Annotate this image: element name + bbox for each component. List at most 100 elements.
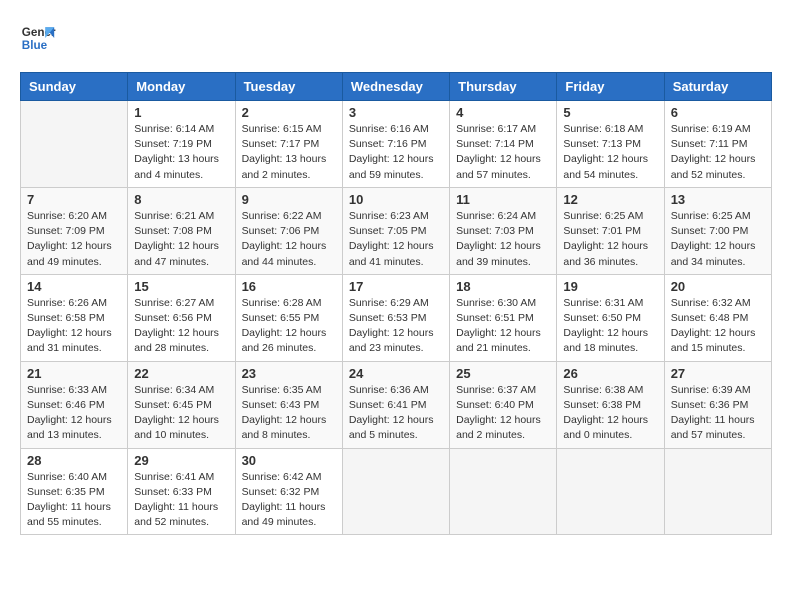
calendar-cell [21, 101, 128, 188]
day-info: Sunrise: 6:40 AMSunset: 6:35 PMDaylight:… [27, 470, 121, 531]
day-number: 7 [27, 192, 121, 207]
calendar-cell: 14 Sunrise: 6:26 AMSunset: 6:58 PMDayligh… [21, 274, 128, 361]
day-info: Sunrise: 6:39 AMSunset: 6:36 PMDaylight:… [671, 383, 765, 444]
day-number: 21 [27, 366, 121, 381]
calendar-cell: 22 Sunrise: 6:34 AMSunset: 6:45 PMDayligh… [128, 361, 235, 448]
day-info: Sunrise: 6:16 AMSunset: 7:16 PMDaylight:… [349, 122, 443, 183]
day-number: 17 [349, 279, 443, 294]
weekday-header: Tuesday [235, 73, 342, 101]
day-info: Sunrise: 6:19 AMSunset: 7:11 PMDaylight:… [671, 122, 765, 183]
day-info: Sunrise: 6:41 AMSunset: 6:33 PMDaylight:… [134, 470, 228, 531]
calendar-week-row: 21 Sunrise: 6:33 AMSunset: 6:46 PMDayligh… [21, 361, 772, 448]
day-number: 14 [27, 279, 121, 294]
calendar-cell: 24 Sunrise: 6:36 AMSunset: 6:41 PMDayligh… [342, 361, 449, 448]
day-info: Sunrise: 6:25 AMSunset: 7:00 PMDaylight:… [671, 209, 765, 270]
day-number: 3 [349, 105, 443, 120]
day-number: 10 [349, 192, 443, 207]
calendar-cell: 9 Sunrise: 6:22 AMSunset: 7:06 PMDaylight… [235, 187, 342, 274]
calendar-cell: 3 Sunrise: 6:16 AMSunset: 7:16 PMDaylight… [342, 101, 449, 188]
calendar-cell: 25 Sunrise: 6:37 AMSunset: 6:40 PMDayligh… [450, 361, 557, 448]
day-number: 29 [134, 453, 228, 468]
day-number: 19 [563, 279, 657, 294]
calendar-header-row: SundayMondayTuesdayWednesdayThursdayFrid… [21, 73, 772, 101]
calendar-cell: 30Sunrise: 6:42 AMSunset: 6:32 PMDayligh… [235, 448, 342, 535]
calendar-cell: 26 Sunrise: 6:38 AMSunset: 6:38 PMDayligh… [557, 361, 664, 448]
day-info: Sunrise: 6:33 AMSunset: 6:46 PMDaylight:… [27, 383, 121, 444]
day-number: 23 [242, 366, 336, 381]
calendar-table: SundayMondayTuesdayWednesdayThursdayFrid… [20, 72, 772, 535]
page-header: General Blue [20, 20, 772, 56]
day-info: Sunrise: 6:22 AMSunset: 7:06 PMDaylight:… [242, 209, 336, 270]
calendar-cell: 11 Sunrise: 6:24 AMSunset: 7:03 PMDayligh… [450, 187, 557, 274]
day-info: Sunrise: 6:25 AMSunset: 7:01 PMDaylight:… [563, 209, 657, 270]
calendar-cell: 20 Sunrise: 6:32 AMSunset: 6:48 PMDayligh… [664, 274, 771, 361]
weekday-header: Wednesday [342, 73, 449, 101]
day-info: Sunrise: 6:42 AMSunset: 6:32 PMDaylight:… [242, 470, 336, 531]
day-info: Sunrise: 6:28 AMSunset: 6:55 PMDaylight:… [242, 296, 336, 357]
calendar-week-row: 1Sunrise: 6:14 AMSunset: 7:19 PMDaylight… [21, 101, 772, 188]
weekday-header: Friday [557, 73, 664, 101]
day-number: 25 [456, 366, 550, 381]
weekday-header: Sunday [21, 73, 128, 101]
day-info: Sunrise: 6:20 AMSunset: 7:09 PMDaylight:… [27, 209, 121, 270]
day-number: 12 [563, 192, 657, 207]
day-info: Sunrise: 6:17 AMSunset: 7:14 PMDaylight:… [456, 122, 550, 183]
day-info: Sunrise: 6:38 AMSunset: 6:38 PMDaylight:… [563, 383, 657, 444]
weekday-header: Monday [128, 73, 235, 101]
day-number: 6 [671, 105, 765, 120]
calendar-cell: 10Sunrise: 6:23 AMSunset: 7:05 PMDayligh… [342, 187, 449, 274]
weekday-header: Saturday [664, 73, 771, 101]
day-info: Sunrise: 6:21 AMSunset: 7:08 PMDaylight:… [134, 209, 228, 270]
day-number: 11 [456, 192, 550, 207]
day-number: 18 [456, 279, 550, 294]
svg-text:Blue: Blue [22, 39, 48, 52]
logo: General Blue [20, 20, 56, 56]
calendar-week-row: 14 Sunrise: 6:26 AMSunset: 6:58 PMDayligh… [21, 274, 772, 361]
day-info: Sunrise: 6:34 AMSunset: 6:45 PMDaylight:… [134, 383, 228, 444]
calendar-cell: 12 Sunrise: 6:25 AMSunset: 7:01 PMDayligh… [557, 187, 664, 274]
day-number: 9 [242, 192, 336, 207]
day-info: Sunrise: 6:18 AMSunset: 7:13 PMDaylight:… [563, 122, 657, 183]
day-info: Sunrise: 6:31 AMSunset: 6:50 PMDaylight:… [563, 296, 657, 357]
day-number: 1 [134, 105, 228, 120]
calendar-cell: 27 Sunrise: 6:39 AMSunset: 6:36 PMDayligh… [664, 361, 771, 448]
day-info: Sunrise: 6:15 AMSunset: 7:17 PMDaylight:… [242, 122, 336, 183]
calendar-cell: 28 Sunrise: 6:40 AMSunset: 6:35 PMDayligh… [21, 448, 128, 535]
day-info: Sunrise: 6:32 AMSunset: 6:48 PMDaylight:… [671, 296, 765, 357]
day-info: Sunrise: 6:37 AMSunset: 6:40 PMDaylight:… [456, 383, 550, 444]
calendar-cell: 17 Sunrise: 6:29 AMSunset: 6:53 PMDayligh… [342, 274, 449, 361]
day-number: 20 [671, 279, 765, 294]
calendar-cell [342, 448, 449, 535]
day-number: 24 [349, 366, 443, 381]
day-number: 2 [242, 105, 336, 120]
calendar-cell: 23 Sunrise: 6:35 AMSunset: 6:43 PMDayligh… [235, 361, 342, 448]
day-number: 4 [456, 105, 550, 120]
day-number: 15 [134, 279, 228, 294]
day-info: Sunrise: 6:24 AMSunset: 7:03 PMDaylight:… [456, 209, 550, 270]
calendar-cell: 16 Sunrise: 6:28 AMSunset: 6:55 PMDayligh… [235, 274, 342, 361]
calendar-cell [557, 448, 664, 535]
day-info: Sunrise: 6:30 AMSunset: 6:51 PMDaylight:… [456, 296, 550, 357]
day-number: 16 [242, 279, 336, 294]
calendar-week-row: 28 Sunrise: 6:40 AMSunset: 6:35 PMDayligh… [21, 448, 772, 535]
calendar-cell [664, 448, 771, 535]
calendar-cell: 13 Sunrise: 6:25 AMSunset: 7:00 PMDayligh… [664, 187, 771, 274]
calendar-cell: 15Sunrise: 6:27 AMSunset: 6:56 PMDayligh… [128, 274, 235, 361]
day-number: 13 [671, 192, 765, 207]
day-number: 22 [134, 366, 228, 381]
logo-icon: General Blue [20, 20, 56, 56]
calendar-cell: 1Sunrise: 6:14 AMSunset: 7:19 PMDaylight… [128, 101, 235, 188]
day-info: Sunrise: 6:29 AMSunset: 6:53 PMDaylight:… [349, 296, 443, 357]
calendar-cell: 7 Sunrise: 6:20 AMSunset: 7:09 PMDaylight… [21, 187, 128, 274]
calendar-cell: 5 Sunrise: 6:18 AMSunset: 7:13 PMDaylight… [557, 101, 664, 188]
day-number: 28 [27, 453, 121, 468]
day-info: Sunrise: 6:35 AMSunset: 6:43 PMDaylight:… [242, 383, 336, 444]
day-info: Sunrise: 6:36 AMSunset: 6:41 PMDaylight:… [349, 383, 443, 444]
day-info: Sunrise: 6:26 AMSunset: 6:58 PMDaylight:… [27, 296, 121, 357]
calendar-cell [450, 448, 557, 535]
day-number: 26 [563, 366, 657, 381]
calendar-cell: 21 Sunrise: 6:33 AMSunset: 6:46 PMDayligh… [21, 361, 128, 448]
day-number: 5 [563, 105, 657, 120]
calendar-cell: 18 Sunrise: 6:30 AMSunset: 6:51 PMDayligh… [450, 274, 557, 361]
day-number: 27 [671, 366, 765, 381]
